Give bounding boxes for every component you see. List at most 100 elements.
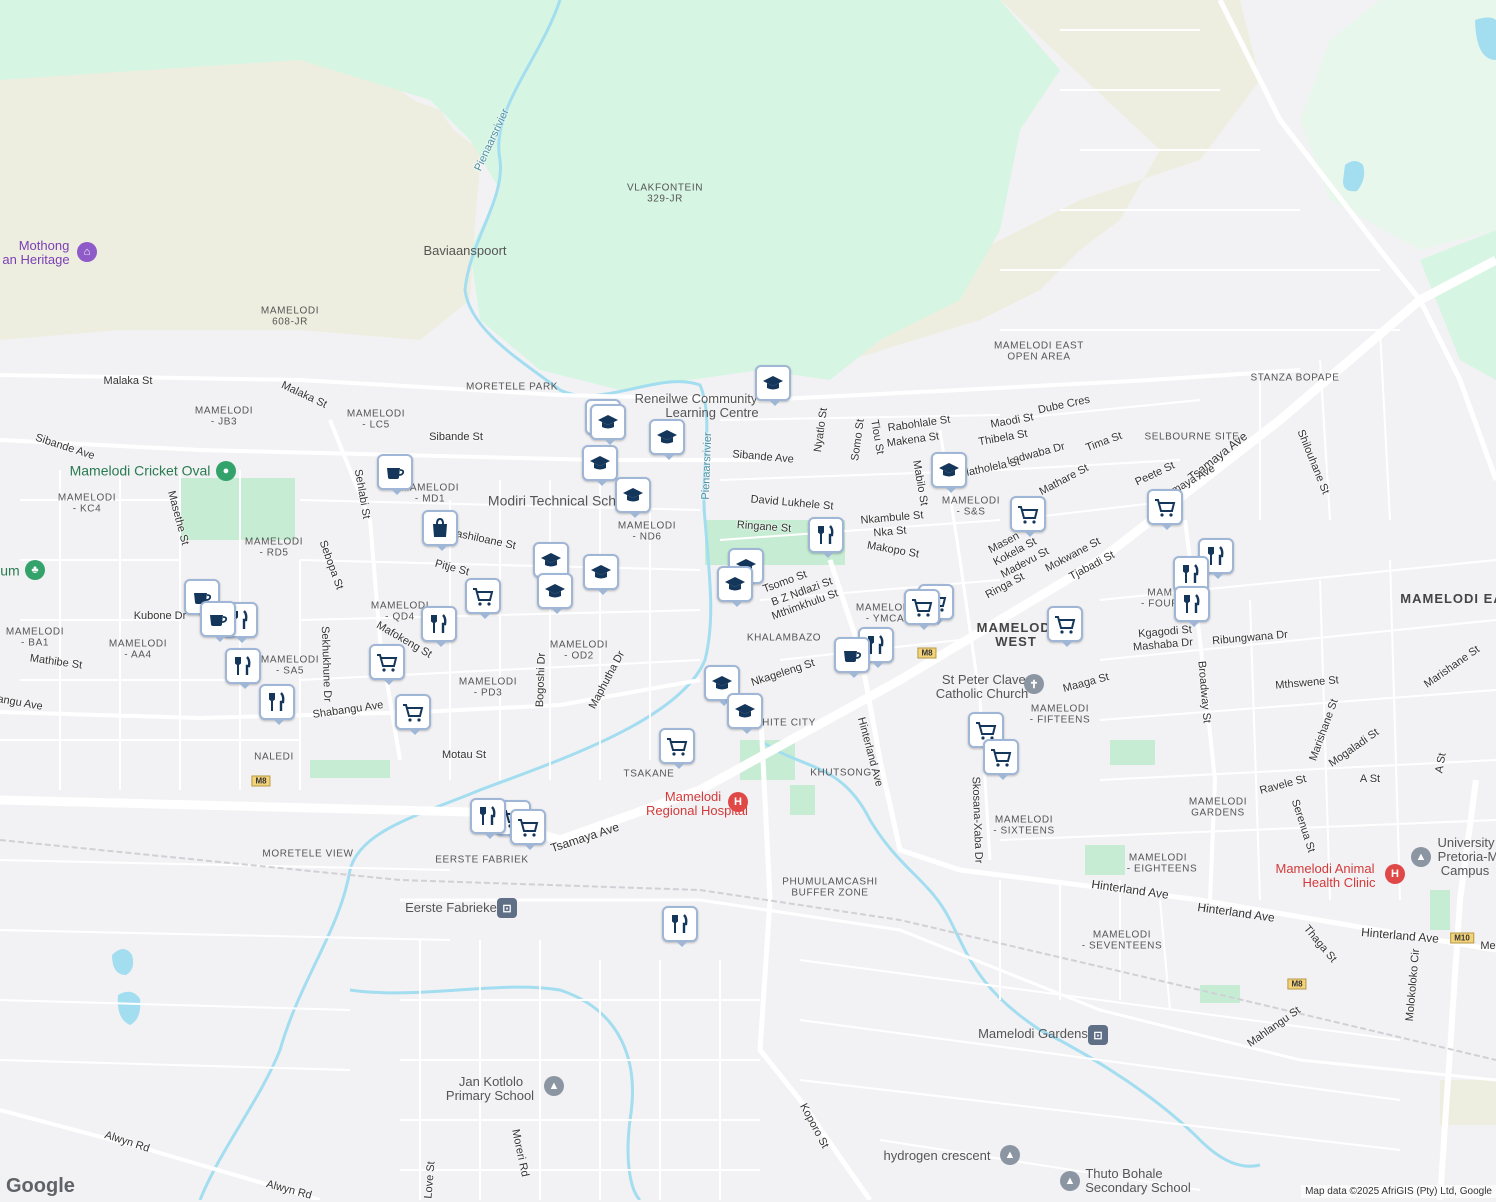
restaurant-pin[interactable] [662,906,698,947]
label-stanza-bopape: STANZA BOPAPE [1250,372,1340,384]
school-icon [735,704,755,718]
school-pin[interactable] [590,404,626,445]
restaurant-pin[interactable] [225,648,261,689]
school-icon[interactable]: ▲ [544,1076,564,1096]
shopping-bag-pin[interactable] [422,510,458,551]
label-eighteens-code: - EIGHTEENS [1126,863,1198,875]
restaurant-pin[interactable] [470,798,506,839]
label-sixteens: MAMELODI [994,814,1054,826]
park-eighteens [1085,845,1125,875]
school-pin[interactable] [755,365,791,406]
grocery-pin[interactable] [904,589,940,630]
label-museum[interactable]: um [0,562,19,578]
cart-icon [667,738,688,756]
label-cricket-oval[interactable]: Mamelodi Cricket Oval [70,462,211,478]
label-moretele-park: MORETELE PARK [465,381,559,393]
train-station-icon[interactable]: ⊡ [497,898,517,918]
restaurant-pin[interactable] [259,684,295,725]
label-kubone-dr: Kubone Dr [133,609,187,622]
label-sixteens-code: - SIXTEENS [993,825,1055,837]
label-gardens-code: GARDENS [1191,807,1245,819]
label-mamelodi-east-open: MAMELODI EAST [993,340,1085,352]
label-eerste-fabrieke-station[interactable]: Eerste Fabrieke [405,900,497,915]
park-naledi [310,760,390,778]
bus-station-icon[interactable]: ⊡ [1088,1025,1108,1045]
shopping-bag-icon [433,517,447,537]
cafe-pin[interactable] [834,637,870,678]
grocery-pin[interactable] [659,728,695,769]
label-ss-code: - S&S [956,506,986,518]
restaurant-pin[interactable] [421,606,457,647]
school-icon [623,488,643,502]
restaurant-icon [480,806,496,825]
school-icon-hydrogen[interactable]: ▲ [1000,1145,1020,1165]
grocery-pin[interactable] [510,809,546,850]
restaurant-pin[interactable] [808,517,844,558]
route-shield-m8-c: M8 [917,647,937,659]
school-pin[interactable] [931,452,967,493]
label-nd6: MAMELODI [617,520,677,532]
school-pin[interactable] [582,445,618,486]
cafe-pin[interactable] [200,601,236,642]
label-pd3: MAMELODI [458,676,518,688]
school-icon [725,577,745,591]
school-icon [763,376,783,390]
label-vlakfontein-code: 329-JR [647,193,683,205]
grocery-pin[interactable] [465,578,501,619]
label-modiri-technical[interactable]: Modiri Technical Sch [488,492,616,508]
label-university-3[interactable]: Campus [1441,863,1489,878]
school-icon [545,584,565,598]
label-kc4: MAMELODI [57,492,117,504]
route-shield-m8-w: M8 [251,775,271,787]
park-icon[interactable]: ♣ [25,560,45,580]
cart-icon [912,599,933,617]
restaurant-pin[interactable] [1174,586,1210,627]
grocery-pin[interactable] [1010,496,1046,537]
label-khalambazo: KHALAMBAZO [746,632,822,644]
school-icon [590,456,610,470]
school-icon [541,553,561,567]
label-thuto-bohale-2[interactable]: Secondary School [1085,1180,1191,1195]
school-pin[interactable] [727,693,763,734]
label-ymca-code: - YMCA [865,613,905,625]
school-icon [657,430,677,444]
cart-icon [991,749,1012,767]
grocery-pin[interactable] [369,644,405,685]
label-seventeens: MAMELODI [1092,929,1152,941]
cafe-pin[interactable] [377,454,413,495]
label-mothong-2[interactable]: an Heritage [2,252,69,267]
cricket-oval-park [180,478,295,540]
label-hydrogen-crescent[interactable]: hydrogen crescent [884,1148,991,1163]
school-pin[interactable] [583,554,619,595]
label-od2: MAMELODI [549,639,609,651]
school-pin[interactable] [537,573,573,614]
grocery-pin[interactable] [1047,606,1083,647]
label-reneilwe-2[interactable]: Learning Centre [665,405,758,420]
school-pin[interactable] [717,566,753,607]
label-gardens: MAMELODI [1188,796,1248,808]
label-aa4-code: - AA4 [124,649,152,661]
cart-icon [1055,616,1076,634]
hospital-icon[interactable]: H [728,792,748,812]
school-pin[interactable] [615,477,651,518]
label-vlakfontein: VLAKFONTEIN [626,182,704,194]
label-eighteens: MAMELODI [1128,852,1188,864]
label-mamelodi-east: MAMELODI EA [1400,590,1496,606]
grocery-pin[interactable] [983,739,1019,780]
label-jan-kotlolo-2[interactable]: Primary School [446,1088,534,1103]
church-icon[interactable]: ✝ [1024,674,1044,694]
restaurant-icon [431,614,447,633]
sports-icon[interactable]: ● [216,461,236,481]
label-animal-clinic-2[interactable]: Health Clinic [1303,875,1376,890]
label-kc4-code: - KC4 [72,503,102,515]
label-motau-st: Motau St [441,748,487,761]
grocery-pin[interactable] [395,694,431,735]
school-icon-thuto[interactable]: ▲ [1060,1171,1080,1191]
university-icon[interactable]: ▲ [1411,847,1431,867]
museum-icon[interactable]: ⌂ [77,242,97,262]
grocery-pin[interactable] [1147,489,1183,530]
label-mamelodi-gardens[interactable]: Mamelodi Gardens [978,1026,1088,1041]
label-st-peter-2[interactable]: Catholic Church [936,686,1029,701]
clinic-icon[interactable]: H [1385,864,1405,884]
school-pin[interactable] [649,419,685,460]
